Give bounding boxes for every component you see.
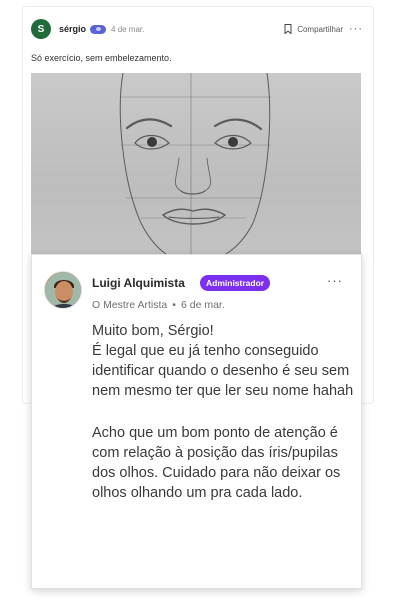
reply-paragraph-1: Muito bom, Sérgio! É legal que eu já ten… bbox=[92, 323, 354, 399]
bookmark-icon bbox=[284, 24, 292, 34]
post-header-actions: Compartilhar ··· bbox=[284, 23, 363, 35]
separator-dot: • bbox=[172, 299, 176, 311]
reply-author-avatar[interactable] bbox=[44, 271, 82, 309]
reply-paragraph-2: Acho que um bom ponto de atenção é com r… bbox=[92, 425, 341, 501]
member-role-icon bbox=[90, 24, 107, 34]
post-more-options-icon[interactable]: ··· bbox=[349, 23, 363, 35]
post-author-name[interactable]: sérgio bbox=[59, 24, 86, 34]
reply-more-options-icon[interactable]: ··· bbox=[327, 273, 343, 288]
share-button[interactable]: Compartilhar bbox=[284, 24, 343, 34]
post-date: 4 de mar. bbox=[111, 24, 145, 34]
reply-date: 6 de mar. bbox=[180, 299, 225, 311]
reply-author-name[interactable]: Luigi Alquimista bbox=[92, 276, 185, 290]
post-text: Só exercício, sem embelezamento. bbox=[31, 53, 172, 63]
reply-author-title: O Mestre Artista bbox=[92, 299, 168, 311]
sketch-face-illustration bbox=[119, 73, 272, 263]
reply-meta: O Mestre Artista • 6 de mar. bbox=[92, 299, 225, 311]
post-author-avatar[interactable]: S bbox=[31, 19, 51, 39]
pencil-sketch-image[interactable] bbox=[31, 73, 361, 263]
avatar-portrait-icon bbox=[45, 272, 81, 308]
share-label: Compartilhar bbox=[297, 24, 343, 34]
reply-card: Luigi Alquimista Administrador ··· O Mes… bbox=[31, 254, 362, 589]
post-header: S sérgio 4 de mar. Compartilhar ··· bbox=[31, 17, 363, 41]
reply-body: Muito bom, Sérgio! É legal que eu já ten… bbox=[92, 321, 354, 503]
admin-badge: Administrador bbox=[200, 275, 271, 291]
